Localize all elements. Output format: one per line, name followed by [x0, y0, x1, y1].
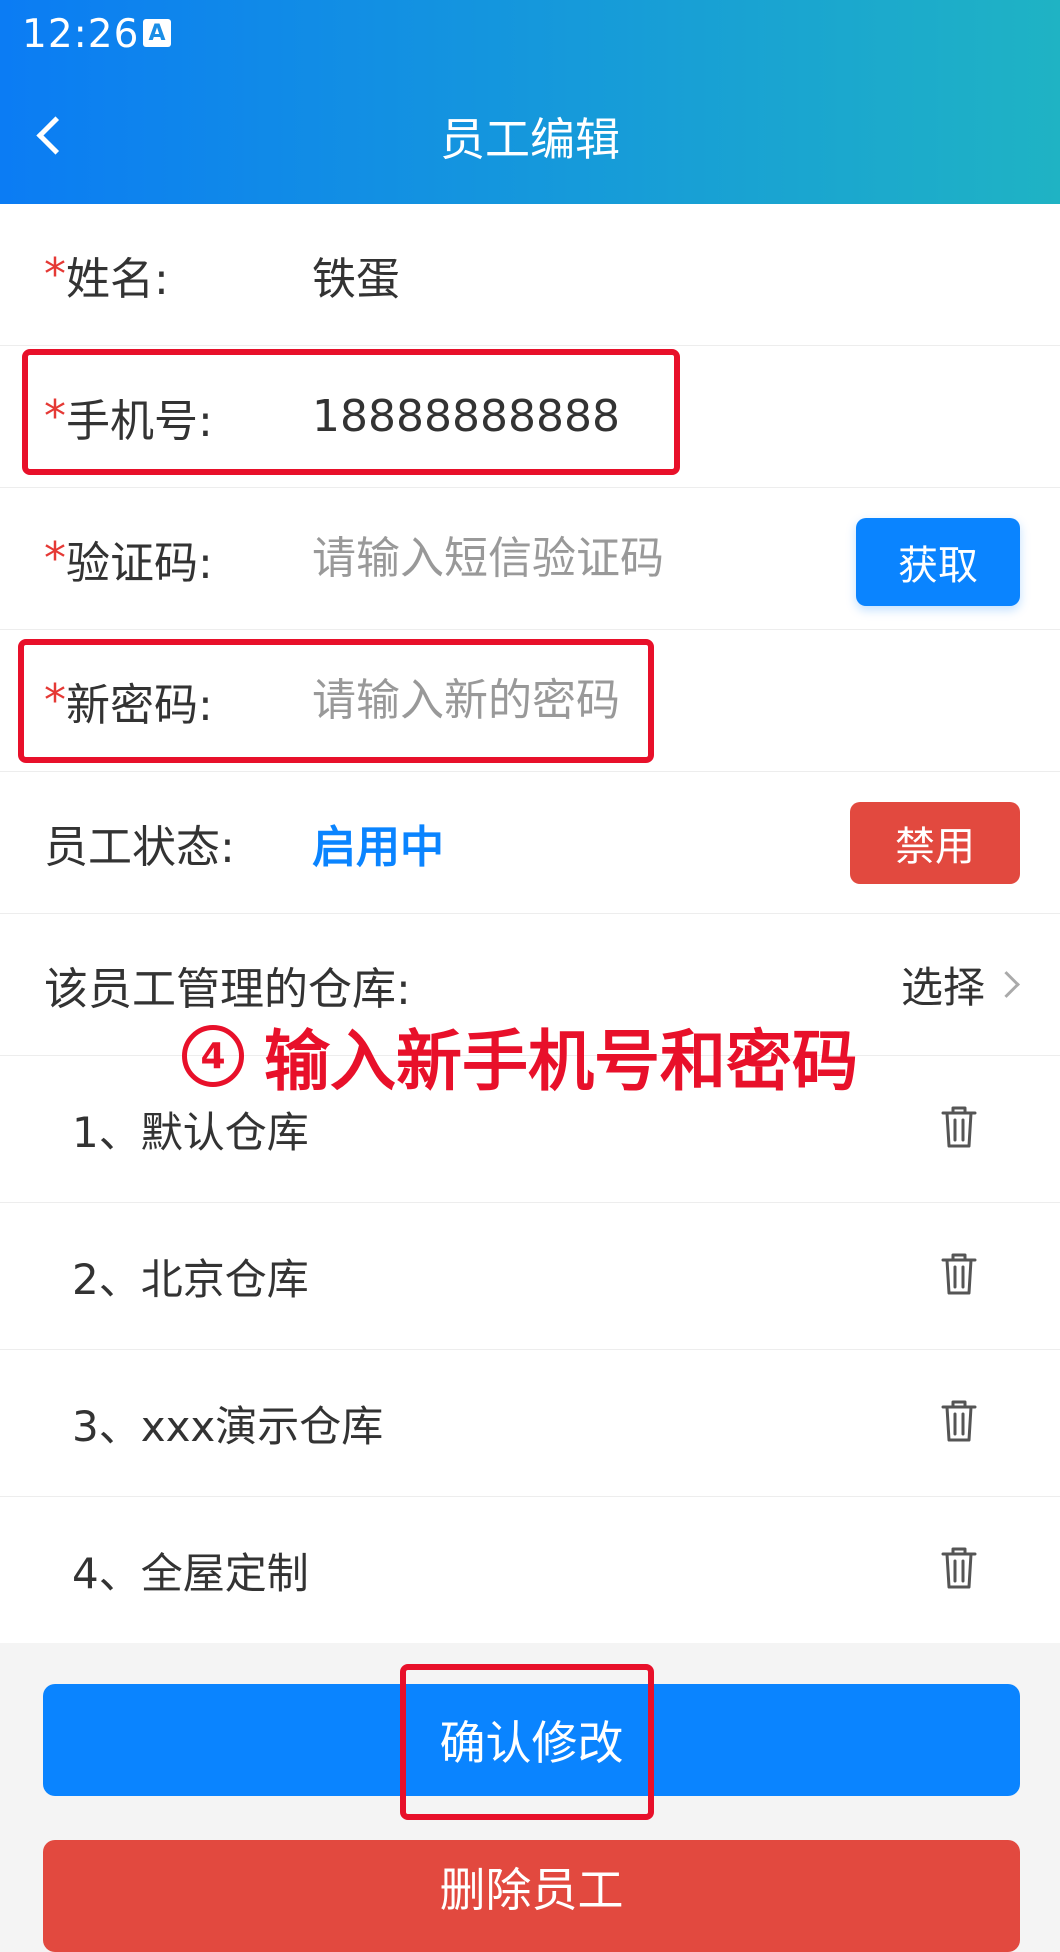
status-value: 启用中: [312, 821, 444, 873]
name-value: 铁蛋: [312, 253, 400, 305]
trash-icon[interactable]: [940, 1545, 978, 1591]
code-field-wrap: [312, 488, 792, 629]
get-code-button[interactable]: 获取: [856, 518, 1020, 606]
required-mark: *: [44, 533, 66, 584]
trash-icon[interactable]: [940, 1398, 978, 1444]
required-mark: *: [44, 249, 66, 300]
annotation-step-number: 4: [182, 1025, 244, 1087]
select-label: 选择: [900, 963, 985, 1012]
annotation-box-phone: [22, 349, 680, 475]
name-label-text: 姓名:: [66, 253, 169, 305]
status-time: 12:26: [22, 12, 140, 57]
status-row: 员工状态: 启用中 禁用: [0, 772, 1060, 914]
code-input[interactable]: [312, 533, 792, 584]
name-label: * 姓名:: [44, 204, 169, 345]
accessibility-icon: A: [143, 19, 171, 47]
list-item: 2、北京仓库: [0, 1203, 1060, 1350]
list-item: 4、全屋定制: [0, 1497, 1060, 1643]
status-label: 员工状态:: [44, 821, 235, 873]
code-row: * 验证码: 获取: [0, 488, 1060, 630]
trash-icon[interactable]: [940, 1251, 978, 1297]
select-warehouse-button[interactable]: 选择: [900, 914, 1020, 1055]
code-label: * 验证码:: [44, 488, 213, 629]
chevron-right-icon: [993, 971, 1020, 998]
name-row: * 姓名: 铁蛋: [0, 204, 1060, 346]
list-item: 3、xxx演示仓库: [0, 1350, 1060, 1497]
annotation-text: 4 输入新手机号和密码: [182, 1008, 858, 1104]
annotation-box-confirm: [400, 1664, 654, 1820]
disable-button[interactable]: 禁用: [850, 802, 1020, 884]
warehouse-item-label: 3、xxx演示仓库: [72, 1401, 384, 1451]
code-label-text: 验证码:: [66, 537, 213, 589]
warehouse-item-label: 2、北京仓库: [72, 1254, 309, 1304]
annotation-message: 输入新手机号和密码: [264, 1023, 858, 1100]
trash-icon[interactable]: [940, 1104, 978, 1150]
delete-employee-button[interactable]: 删除员工: [43, 1840, 1020, 1952]
page-title: 员工编辑: [439, 113, 620, 166]
header: 12:26 A 员工编辑: [0, 0, 1060, 204]
warehouse-item-label: 4、全屋定制: [72, 1548, 309, 1598]
annotation-box-password: [18, 639, 654, 763]
